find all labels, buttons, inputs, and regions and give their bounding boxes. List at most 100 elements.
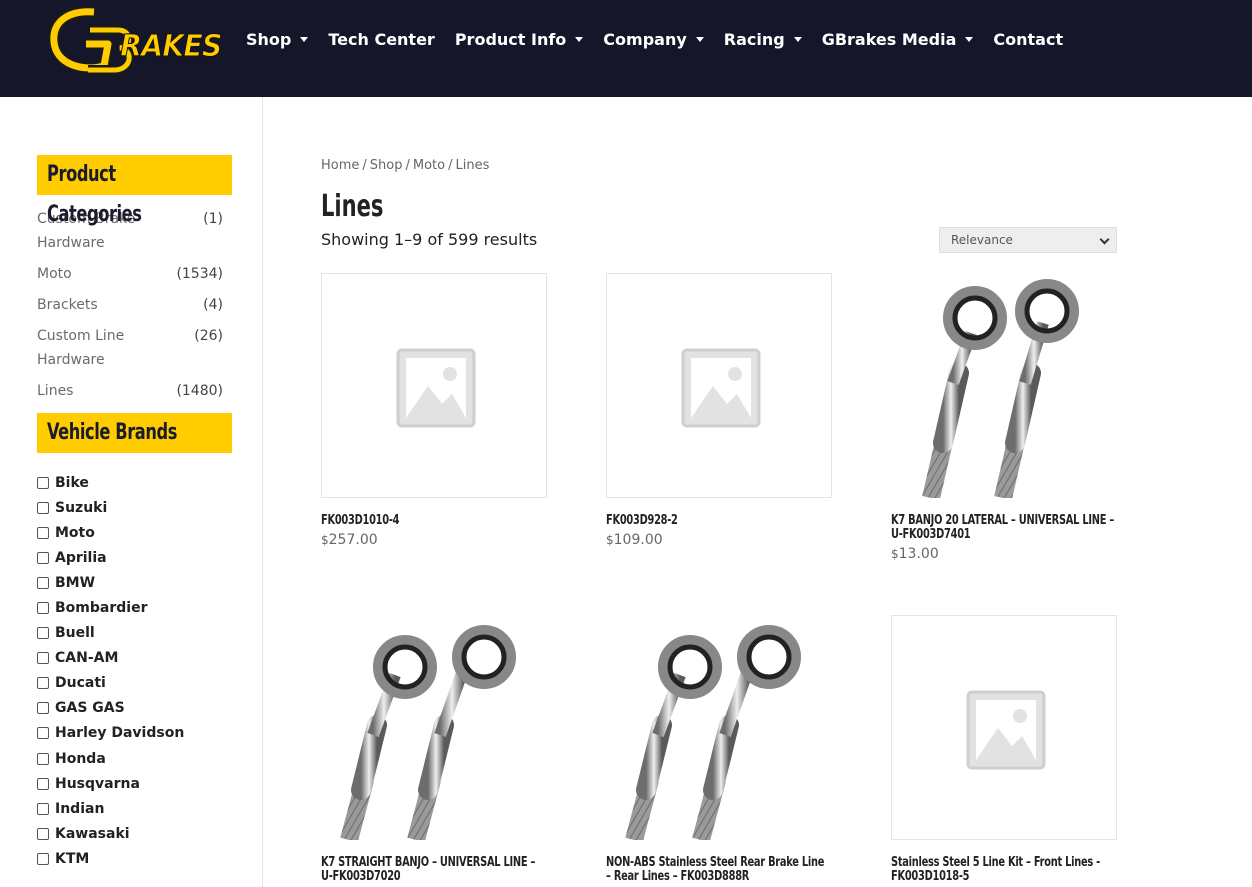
brand-label: Bombardier — [55, 600, 148, 617]
brand-filter-item[interactable]: Bike — [37, 470, 232, 495]
category-item[interactable]: Lines (1480) — [37, 379, 223, 403]
placeholder-icon — [681, 348, 761, 428]
gbrakes-logo[interactable]: RAKES — [48, 4, 224, 76]
product-title[interactable]: K7 STRAIGHT BANJO – UNIVERSAL LINE – U-F… — [321, 856, 547, 884]
brand-filter-item[interactable]: Bombardier — [37, 595, 232, 620]
product-categories-title: Product Categories — [37, 155, 232, 227]
brand-label: KTM — [55, 850, 90, 867]
brand-filter-item[interactable]: CAN-AM — [37, 646, 232, 671]
site-header: RAKES Shop Tech Center Product Info Comp… — [0, 0, 1252, 97]
brand-checkbox[interactable] — [37, 677, 49, 690]
product-card[interactable]: K7 BANJO 20 LATERAL – UNIVERSAL LINE – U… — [891, 273, 1117, 562]
brand-label: Suzuki — [55, 499, 108, 516]
vehicle-brands-title: Vehicle Brands — [37, 413, 232, 453]
product-card[interactable]: FK003D1010-4 $257.00 — [321, 273, 547, 548]
product-image[interactable] — [891, 273, 1117, 498]
product-image[interactable] — [321, 273, 547, 498]
product-card[interactable]: FK003D928-2 $109.00 — [606, 273, 832, 548]
brand-checkbox[interactable] — [37, 827, 49, 840]
brand-checkbox[interactable] — [37, 551, 49, 564]
nav-company[interactable]: Company — [603, 30, 704, 49]
nav-product-info[interactable]: Product Info — [455, 30, 584, 49]
product-image[interactable] — [891, 615, 1117, 840]
breadcrumb-home[interactable]: Home — [321, 158, 359, 173]
brand-checkbox[interactable] — [37, 627, 49, 640]
brand-checkbox[interactable] — [37, 852, 49, 865]
brand-filter-item[interactable]: Ducati — [37, 671, 232, 696]
placeholder-icon — [966, 690, 1046, 770]
category-list: Custom Brake Hardware (1) Moto (1534) Brac… — [37, 207, 223, 403]
category-item[interactable]: Moto (1534) — [37, 262, 223, 286]
breadcrumb-moto[interactable]: Moto — [413, 158, 445, 173]
category-count: (4) — [203, 297, 223, 313]
brand-checkbox[interactable] — [37, 802, 49, 815]
breadcrumb-separator: / — [362, 158, 367, 173]
brand-checkbox[interactable] — [37, 576, 49, 589]
nav-gbrakes-media[interactable]: GBrakes Media — [822, 30, 974, 49]
sort-selected-value: Relevance — [951, 233, 1013, 247]
nav-shop[interactable]: Shop — [246, 30, 309, 49]
category-name[interactable]: Moto — [37, 262, 147, 286]
product-card[interactable]: NON-ABS Stainless Steel Rear Brake Line … — [606, 615, 832, 884]
brand-label: Indian — [55, 800, 105, 817]
brand-checkbox[interactable] — [37, 777, 49, 790]
brand-filter-item[interactable]: Buell — [37, 621, 232, 646]
main-nav: Shop Tech Center Product Info Company Ra… — [246, 28, 1083, 50]
brand-filter-item[interactable]: Aprilia — [37, 545, 232, 570]
main-content: Home / Shop / Moto / Lines Lines Showing 1–9 o… — [321, 155, 1117, 255]
brand-label: Ducati — [55, 675, 106, 692]
brand-checkbox[interactable] — [37, 501, 49, 514]
brand-filter-item[interactable]: Honda — [37, 746, 232, 771]
brand-label: Kawasaki — [55, 825, 130, 842]
brand-label: Harley Davidson — [55, 725, 185, 742]
product-image[interactable] — [606, 273, 832, 498]
product-card[interactable]: K7 STRAIGHT BANJO – UNIVERSAL LINE – U-F… — [321, 615, 547, 884]
brake-line-photo — [625, 625, 801, 840]
brake-line-photo — [340, 625, 516, 840]
category-count: (26) — [194, 328, 223, 344]
breadcrumb-separator: / — [405, 158, 410, 173]
brand-checkbox[interactable] — [37, 526, 49, 539]
chevron-down-icon — [300, 36, 309, 42]
brand-checkbox[interactable] — [37, 702, 49, 715]
breadcrumb-shop[interactable]: Shop — [370, 158, 403, 173]
brand-filter-item[interactable]: Moto — [37, 520, 232, 545]
category-item[interactable]: Brackets (4) — [37, 293, 223, 317]
sort-select[interactable]: Relevance — [939, 227, 1117, 253]
nav-contact[interactable]: Contact — [993, 30, 1063, 49]
sidebar: Product Categories Custom Brake Hardware… — [37, 155, 232, 872]
brand-filter-item[interactable]: Harley Davidson — [37, 721, 232, 746]
brand-filter-item[interactable]: Husqvarna — [37, 771, 232, 796]
product-image[interactable] — [606, 615, 832, 840]
brand-filter-item[interactable]: Kawasaki — [37, 821, 232, 846]
product-price: $109.00 — [606, 532, 663, 548]
chevron-down-icon — [965, 36, 974, 42]
category-count: (1) — [203, 211, 223, 227]
brand-checkbox[interactable] — [37, 602, 49, 615]
brand-checkbox[interactable] — [37, 652, 49, 665]
category-name[interactable]: Custom Line Hardware — [37, 324, 147, 372]
product-image[interactable] — [321, 615, 547, 840]
brand-filter-item[interactable]: KTM — [37, 846, 232, 871]
category-name[interactable]: Lines — [37, 379, 147, 403]
brand-filter-item[interactable]: Suzuki — [37, 495, 232, 520]
product-title[interactable]: FK003D928-2 — [606, 514, 832, 528]
brand-checkbox[interactable] — [37, 727, 49, 740]
category-name[interactable]: Brackets — [37, 293, 147, 317]
nav-tech-center[interactable]: Tech Center — [328, 30, 434, 49]
results-toolbar: Showing 1–9 of 599 results Relevance — [321, 225, 1117, 255]
brand-label: Aprilia — [55, 549, 107, 566]
product-title[interactable]: Stainless Steel 5 Line Kit – Front Lines… — [891, 856, 1117, 884]
nav-racing[interactable]: Racing — [724, 30, 802, 49]
brand-checkbox[interactable] — [37, 476, 49, 489]
brand-filter-item[interactable]: GAS GAS — [37, 696, 232, 721]
product-title[interactable]: K7 BANJO 20 LATERAL – UNIVERSAL LINE – U… — [891, 514, 1117, 542]
brand-filter-item[interactable]: BMW — [37, 570, 232, 595]
product-title[interactable]: NON-ABS Stainless Steel Rear Brake Line … — [606, 856, 832, 884]
product-title[interactable]: FK003D1010-4 — [321, 514, 547, 528]
brand-filter-item[interactable]: Indian — [37, 796, 232, 821]
category-count: (1534) — [176, 266, 223, 282]
brand-checkbox[interactable] — [37, 752, 49, 765]
product-card[interactable]: Stainless Steel 5 Line Kit – Front Lines… — [891, 615, 1117, 884]
category-item[interactable]: Custom Line Hardware (26) — [37, 324, 223, 372]
